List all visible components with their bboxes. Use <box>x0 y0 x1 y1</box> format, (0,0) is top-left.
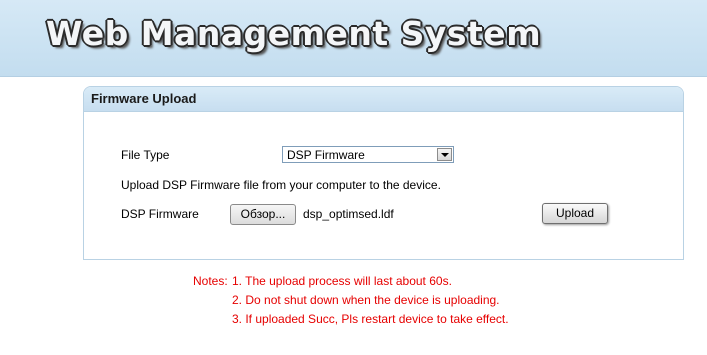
app-title: Web Management System <box>46 14 542 53</box>
page: Web Management System Firmware Upload Fi… <box>0 0 707 355</box>
browse-button[interactable]: Обзор... <box>230 204 296 225</box>
note-line-2: 2. Do not shut down when the device is u… <box>232 293 500 307</box>
header-banner: Web Management System <box>0 0 707 77</box>
panel-title: Firmware Upload <box>84 87 683 112</box>
chevron-down-icon[interactable] <box>437 148 452 161</box>
file-type-selected-value: DSP Firmware <box>287 148 365 162</box>
firmware-upload-panel: Firmware Upload File Type DSP Firmware U… <box>83 86 684 260</box>
upload-button[interactable]: Upload <box>542 203 608 224</box>
note-line-3: 3. If uploaded Succ, Pls restart device … <box>232 312 509 326</box>
notes-heading: Notes: <box>193 274 228 288</box>
note-line-1: 1. The upload process will last about 60… <box>232 274 452 288</box>
file-type-select[interactable]: DSP Firmware <box>282 146 454 163</box>
upload-description: Upload DSP Firmware file from your compu… <box>121 178 441 192</box>
file-type-label: File Type <box>121 148 170 162</box>
selected-file-name: dsp_optimsed.ldf <box>303 207 394 221</box>
dsp-firmware-label: DSP Firmware <box>121 207 199 221</box>
